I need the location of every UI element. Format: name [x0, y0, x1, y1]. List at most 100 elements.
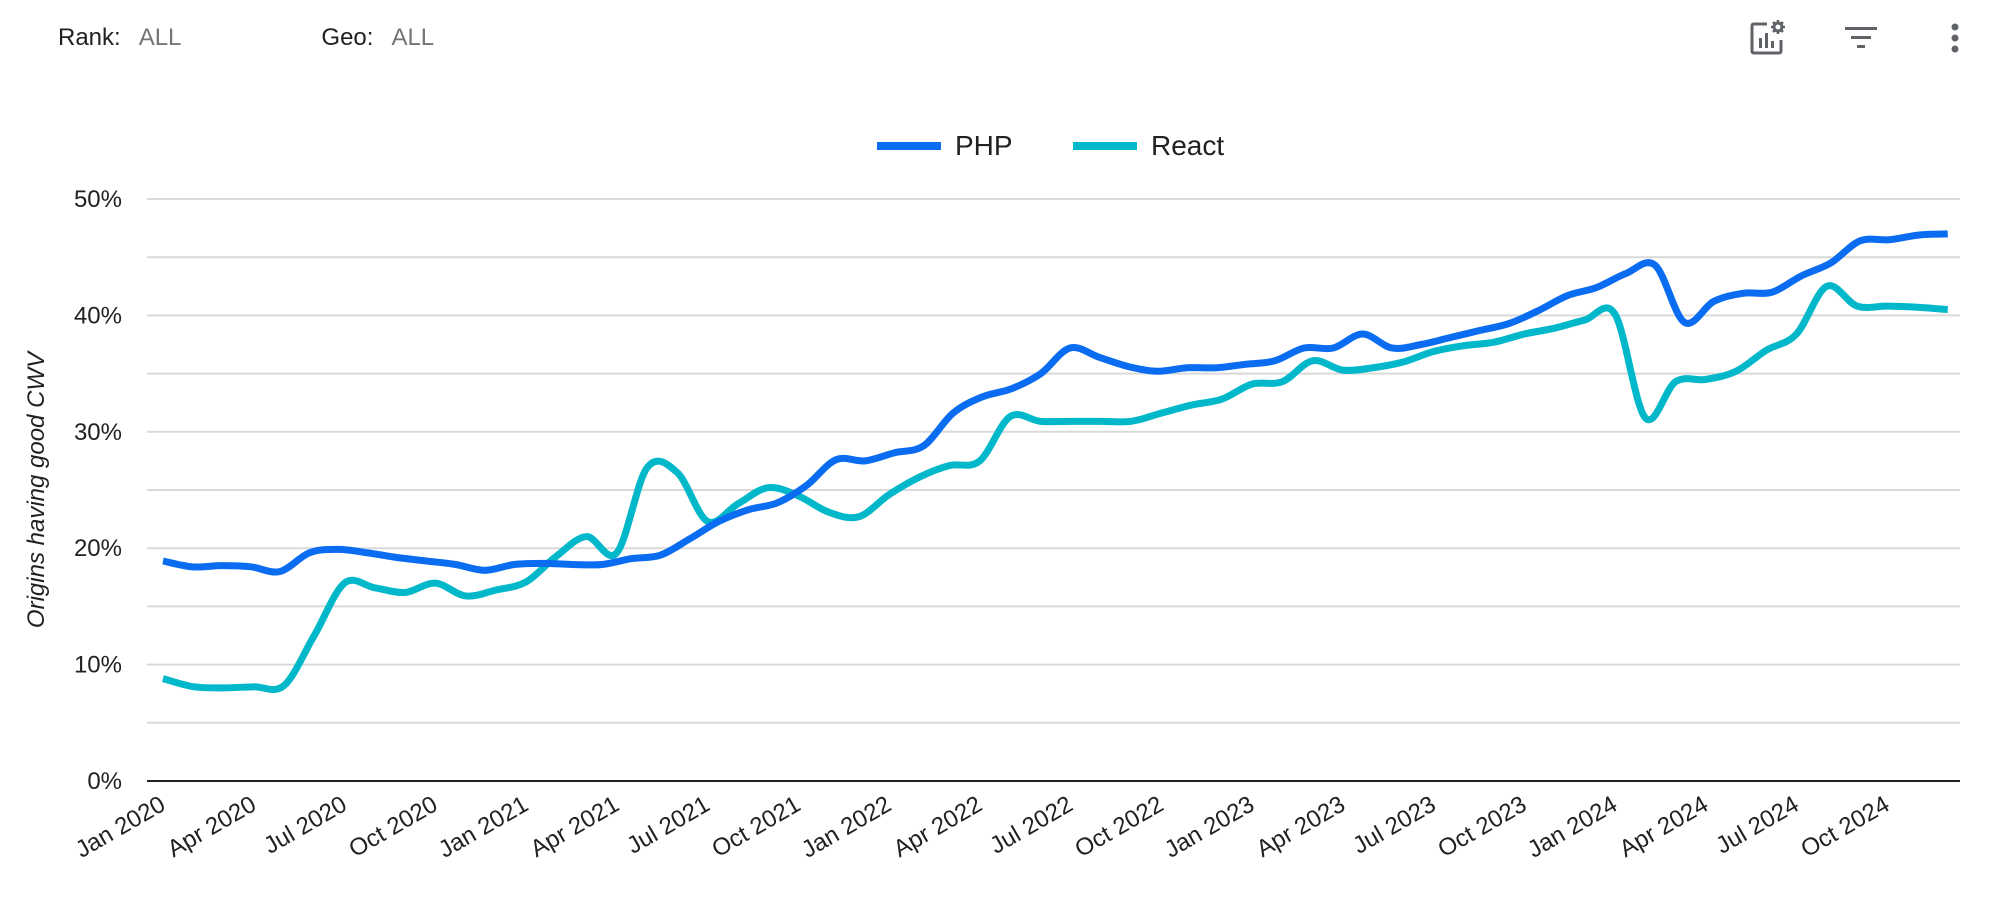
data-point[interactable]	[614, 550, 620, 556]
data-point[interactable]	[1249, 381, 1255, 387]
data-point[interactable]	[674, 470, 680, 476]
data-point[interactable]	[1068, 418, 1074, 424]
data-point[interactable]	[248, 564, 254, 570]
data-point[interactable]	[311, 633, 317, 639]
data-point[interactable]	[1857, 238, 1863, 244]
data-point[interactable]	[1794, 331, 1800, 337]
data-point[interactable]	[553, 553, 559, 559]
data-point[interactable]	[628, 556, 634, 562]
data-point[interactable]	[1340, 367, 1346, 373]
data-point[interactable]	[423, 558, 429, 564]
data-point[interactable]	[1360, 331, 1366, 337]
data-point[interactable]	[453, 561, 459, 567]
data-point[interactable]	[511, 561, 517, 567]
data-point[interactable]	[493, 587, 499, 593]
data-point[interactable]	[402, 589, 408, 595]
data-point[interactable]	[1477, 328, 1483, 334]
data-point[interactable]	[1711, 298, 1717, 304]
data-point[interactable]	[1681, 319, 1687, 325]
data-point[interactable]	[1828, 260, 1834, 266]
data-point[interactable]	[1008, 386, 1014, 392]
data-point[interactable]	[735, 501, 741, 507]
legend-item-react[interactable]: React	[1073, 130, 1224, 161]
data-point[interactable]	[160, 676, 166, 682]
data-point[interactable]	[570, 561, 576, 567]
data-point[interactable]	[1038, 371, 1044, 377]
data-point[interactable]	[1854, 303, 1860, 309]
data-point[interactable]	[1128, 418, 1134, 424]
data-point[interactable]	[804, 482, 810, 488]
data-point[interactable]	[1067, 345, 1073, 351]
data-point[interactable]	[1915, 232, 1921, 238]
data-point[interactable]	[1155, 368, 1161, 374]
data-point[interactable]	[306, 550, 312, 556]
data-point[interactable]	[977, 458, 983, 464]
data-point[interactable]	[1612, 311, 1618, 317]
data-point[interactable]	[463, 593, 469, 599]
data-point[interactable]	[1582, 317, 1588, 323]
legend-item-php[interactable]: PHP	[877, 130, 1013, 161]
data-point[interactable]	[482, 567, 488, 573]
data-point[interactable]	[716, 518, 722, 524]
data-point[interactable]	[1521, 331, 1527, 337]
data-point[interactable]	[1733, 368, 1739, 374]
data-point[interactable]	[281, 683, 287, 689]
data-point[interactable]	[1389, 345, 1395, 351]
data-point[interactable]	[1096, 354, 1102, 360]
data-point[interactable]	[1037, 418, 1043, 424]
data-point[interactable]	[1552, 325, 1558, 331]
data-point[interactable]	[950, 410, 956, 416]
data-point[interactable]	[1461, 343, 1467, 349]
data-point[interactable]	[1431, 348, 1437, 354]
data-point[interactable]	[523, 579, 529, 585]
data-point[interactable]	[1763, 347, 1769, 353]
data-point[interactable]	[1886, 237, 1892, 243]
data-point[interactable]	[1279, 379, 1285, 385]
data-point[interactable]	[1652, 262, 1658, 268]
data-point[interactable]	[916, 474, 922, 480]
data-point[interactable]	[1184, 365, 1190, 371]
data-point[interactable]	[1506, 321, 1512, 327]
data-point[interactable]	[1007, 414, 1013, 420]
data-point[interactable]	[1491, 339, 1497, 345]
data-point[interactable]	[1703, 376, 1709, 382]
data-point[interactable]	[979, 394, 985, 400]
data-point[interactable]	[1884, 303, 1890, 309]
data-point[interactable]	[657, 552, 663, 558]
data-point[interactable]	[765, 485, 771, 491]
data-point[interactable]	[891, 450, 897, 456]
data-point[interactable]	[1370, 365, 1376, 371]
data-point[interactable]	[1642, 415, 1648, 421]
data-point[interactable]	[774, 500, 780, 506]
data-point[interactable]	[221, 685, 227, 691]
data-point[interactable]	[189, 564, 195, 570]
data-point[interactable]	[1272, 358, 1278, 364]
data-point[interactable]	[277, 568, 283, 574]
data-point[interactable]	[1126, 364, 1132, 370]
data-point[interactable]	[833, 457, 839, 463]
data-point[interactable]	[1824, 283, 1830, 289]
data-point[interactable]	[856, 514, 862, 520]
data-point[interactable]	[1213, 365, 1219, 371]
data-point[interactable]	[1740, 290, 1746, 296]
data-point[interactable]	[745, 507, 751, 513]
data-point[interactable]	[1310, 358, 1316, 364]
data-point[interactable]	[160, 558, 166, 564]
data-point[interactable]	[599, 561, 605, 567]
data-point[interactable]	[1769, 289, 1775, 295]
data-point[interactable]	[1301, 345, 1307, 351]
data-point[interactable]	[1158, 410, 1164, 416]
data-point[interactable]	[1915, 304, 1921, 310]
data-point[interactable]	[1535, 308, 1541, 314]
data-point[interactable]	[1400, 359, 1406, 365]
data-point[interactable]	[372, 585, 378, 591]
data-point[interactable]	[584, 534, 590, 540]
data-point[interactable]	[1594, 284, 1600, 290]
data-point[interactable]	[336, 546, 342, 552]
data-point[interactable]	[687, 536, 693, 542]
data-point[interactable]	[394, 555, 400, 561]
data-point[interactable]	[826, 509, 832, 515]
data-point[interactable]	[1189, 402, 1195, 408]
data-point[interactable]	[190, 684, 196, 690]
data-point[interactable]	[432, 580, 438, 586]
